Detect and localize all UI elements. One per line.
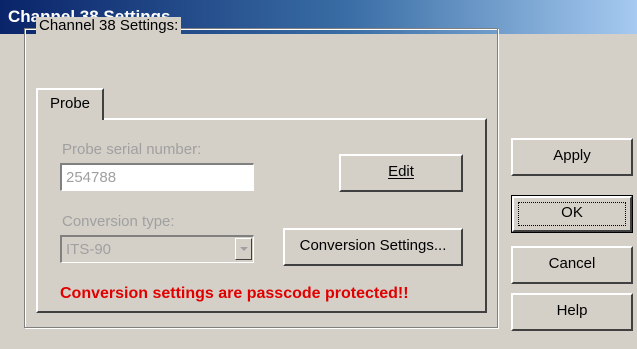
cancel-button-label: Cancel bbox=[548, 255, 596, 272]
help-button-label: Help bbox=[556, 302, 588, 319]
serial-number-label: Probe serial number: bbox=[62, 141, 202, 158]
passcode-warning: Conversion settings are passcode protect… bbox=[60, 285, 409, 302]
help-button[interactable]: Help bbox=[511, 293, 633, 331]
groupbox-label: Channel 38 Settings: bbox=[36, 17, 182, 34]
ok-button[interactable]: OK bbox=[511, 195, 633, 233]
ok-focus-rect bbox=[518, 202, 626, 226]
cancel-button[interactable]: Cancel bbox=[511, 246, 633, 284]
conversion-type-select[interactable]: ITS-90 bbox=[60, 235, 254, 263]
conversion-type-value: ITS-90 bbox=[66, 241, 112, 258]
tab-probe-label: Probe bbox=[49, 95, 91, 112]
chevron-down-icon[interactable] bbox=[235, 238, 252, 260]
serial-number-value: 254788 bbox=[66, 169, 117, 186]
edit-button[interactable]: Edit bbox=[339, 154, 463, 192]
apply-button[interactable]: Apply bbox=[511, 138, 633, 176]
tab-probe[interactable]: Probe bbox=[36, 88, 104, 120]
conversion-settings-button[interactable]: Conversion Settings... bbox=[283, 228, 463, 266]
serial-number-field[interactable]: 254788 bbox=[60, 163, 254, 191]
edit-button-label: Edit bbox=[388, 163, 414, 180]
apply-button-label: Apply bbox=[553, 147, 591, 164]
conversion-settings-button-label: Conversion Settings... bbox=[299, 237, 447, 254]
conversion-type-label: Conversion type: bbox=[62, 213, 175, 230]
